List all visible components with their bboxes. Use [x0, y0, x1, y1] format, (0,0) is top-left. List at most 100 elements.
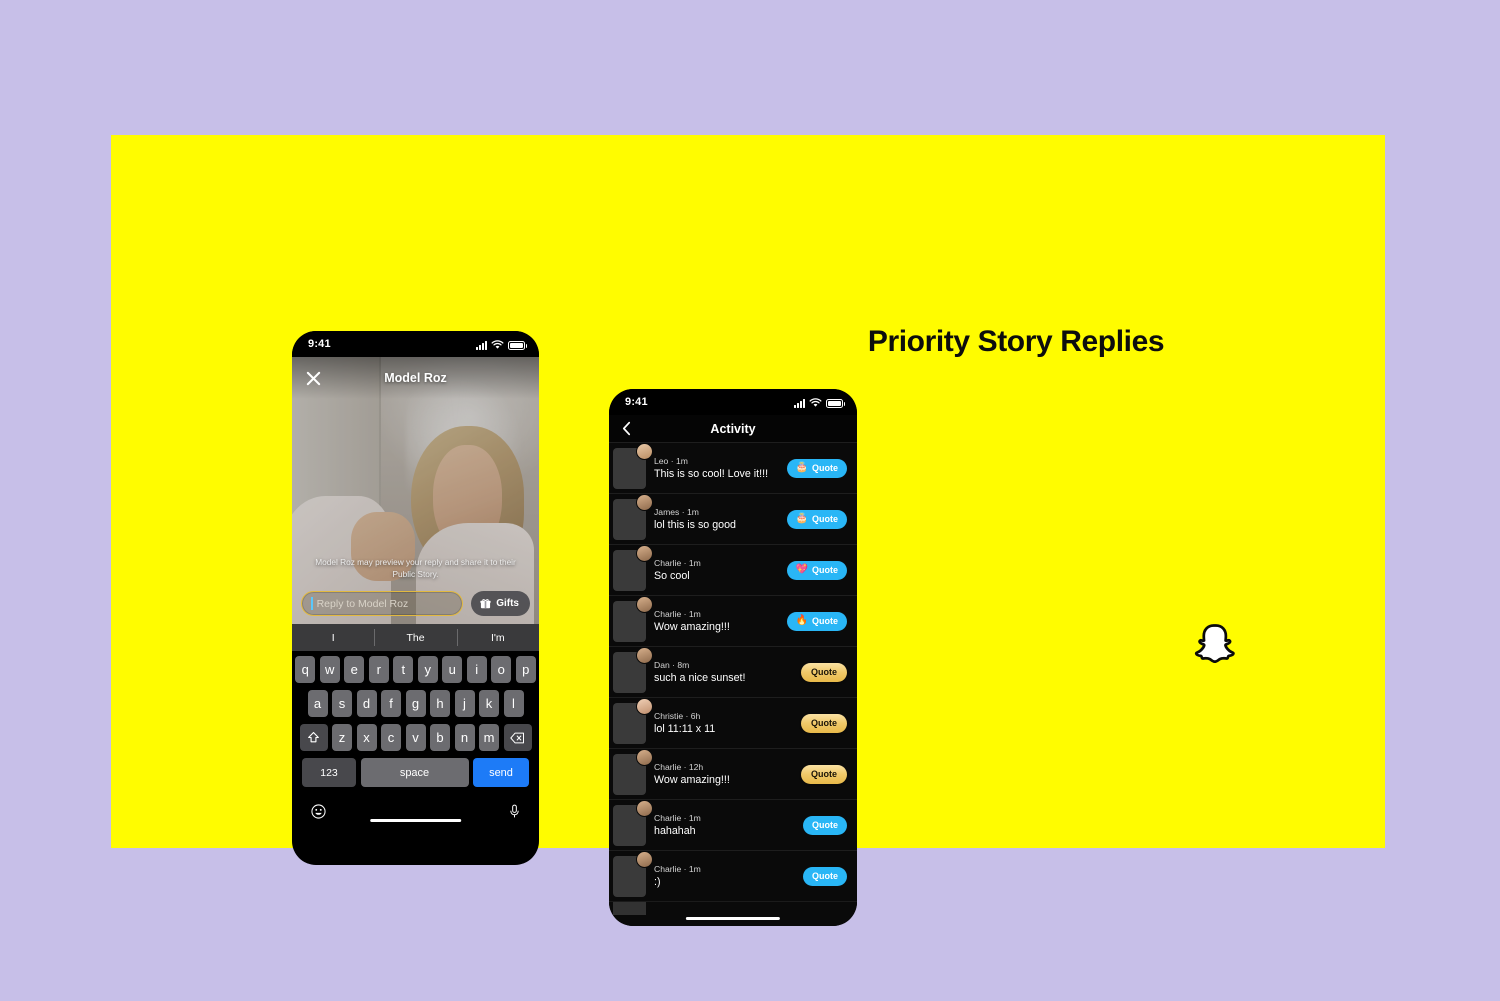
quote-button[interactable]: Quote — [801, 662, 847, 682]
key-z[interactable]: z — [332, 724, 352, 751]
key-b[interactable]: b — [430, 724, 450, 751]
quote-button[interactable]: Quote — [801, 764, 847, 784]
story-thumbnail[interactable] — [613, 442, 653, 489]
key-f[interactable]: f — [381, 690, 401, 717]
story-title: Model Roz — [384, 371, 447, 385]
quote-button-label: Quote — [811, 718, 837, 728]
key-u[interactable]: u — [442, 656, 463, 683]
cake-emoji: 🎂 — [795, 513, 808, 524]
gifts-button[interactable]: Gifts — [471, 591, 530, 616]
activity-row[interactable]: Charlie · 1m hahahah Quote — [609, 799, 857, 850]
activity-row-text: Charlie · 1m Wow amazing!!! — [654, 609, 779, 633]
key-h[interactable]: h — [430, 690, 450, 717]
key-q[interactable]: q — [295, 656, 316, 683]
reply-input-placeholder: Reply to Model Roz — [316, 597, 409, 610]
avatar — [636, 646, 653, 664]
activity-row[interactable]: Leo · 1m This is so cool! Love it!!! 🎂 Quot… — [609, 442, 857, 493]
activity-row[interactable]: Charlie · 1m So cool 💖 Quote — [609, 544, 857, 595]
quote-button[interactable]: 💖 Quote — [786, 560, 847, 580]
reply-input[interactable]: Reply to Model Roz — [301, 591, 464, 616]
activity-row[interactable]: Dan · 8m such a nice sunset! Quote — [609, 646, 857, 697]
activity-row[interactable]: James · 1m lol this is so good 🎂 Quote — [609, 493, 857, 544]
key-d[interactable]: d — [356, 690, 377, 717]
key-t[interactable]: t — [393, 656, 414, 683]
on-screen-keyboard: q w e r t y u i o p a s d f g h j k l z … — [292, 651, 539, 828]
key-k[interactable]: k — [479, 690, 499, 717]
story-thumbnail[interactable] — [613, 646, 653, 693]
activity-row-text: Leo · 1m This is so cool! Love it!!! — [654, 456, 779, 480]
story-thumbnail[interactable] — [613, 493, 653, 540]
avatar — [636, 493, 653, 511]
key-g[interactable]: g — [405, 690, 426, 717]
quote-button[interactable]: Quote — [803, 866, 847, 886]
key-r[interactable]: r — [368, 656, 389, 683]
quote-button-label: Quote — [812, 871, 838, 881]
key-v[interactable]: v — [405, 724, 426, 751]
microphone-icon[interactable] — [509, 804, 520, 819]
key-p[interactable]: p — [515, 656, 536, 683]
story-thumbnail[interactable] — [613, 544, 653, 591]
key-a[interactable]: a — [307, 690, 328, 717]
story-thumbnail[interactable] — [613, 748, 653, 795]
activity-row[interactable]: Charlie · 1m Wow amazing!!! 🔥 Quote — [609, 595, 857, 646]
activity-row-meta: Dan · 8m — [654, 660, 690, 670]
key-w[interactable]: w — [319, 656, 340, 683]
page-title: Activity — [710, 421, 756, 436]
space-key[interactable]: space — [360, 758, 469, 787]
avatar — [636, 850, 653, 868]
activity-row[interactable]: Charlie · 1m:) Quote — [609, 850, 857, 901]
quote-button[interactable]: 🔥 Quote — [786, 611, 847, 631]
backspace-key[interactable] — [503, 724, 532, 751]
key-x[interactable]: x — [356, 724, 377, 751]
story-thumbnail[interactable] — [613, 799, 653, 846]
key-n[interactable]: n — [454, 724, 475, 751]
keyboard-row-1: q w e r t y u i o p — [295, 656, 536, 683]
emoji-icon[interactable] — [311, 803, 326, 819]
quote-button[interactable]: Quote — [803, 815, 847, 835]
predictive-suggestion-3[interactable]: I'm — [456, 624, 539, 651]
story-thumbnail[interactable] — [613, 850, 653, 897]
cake-emoji: 🎂 — [795, 462, 808, 473]
activity-row[interactable]: Charlie · 12h Wow amazing!!! Quote — [609, 748, 857, 799]
send-key[interactable]: send — [473, 758, 529, 787]
quote-button-label: Quote — [812, 565, 838, 575]
predictive-suggestion-2[interactable]: The — [374, 624, 456, 651]
numbers-key[interactable]: 123 — [302, 758, 356, 787]
key-y[interactable]: y — [417, 656, 438, 683]
close-icon[interactable] — [306, 371, 321, 386]
activity-row[interactable]: Christie · 6h lol 11:11 x 11 Quote — [609, 697, 857, 748]
activity-list[interactable]: Leo · 1m This is so cool! Love it!!! 🎂 Quot… — [609, 442, 857, 926]
key-m[interactable]: m — [479, 724, 499, 751]
key-o[interactable]: o — [491, 656, 512, 683]
avatar — [636, 799, 653, 817]
key-j[interactable]: j — [454, 690, 475, 717]
activity-row-text: Dan · 8m such a nice sunset! — [654, 660, 793, 684]
avatar — [636, 697, 653, 715]
fire-emoji: 🔥 — [795, 615, 808, 626]
key-e[interactable]: e — [344, 656, 365, 683]
key-c[interactable]: c — [381, 724, 401, 751]
story-thumbnail[interactable] — [613, 595, 653, 642]
activity-row-meta: Leo · 1m — [654, 456, 688, 466]
story-viewer[interactable]: Model Roz Model Roz may preview your rep… — [292, 357, 539, 624]
key-l[interactable]: l — [503, 690, 524, 717]
activity-row-partial[interactable] — [609, 901, 857, 915]
back-chevron-icon[interactable] — [622, 421, 631, 436]
quote-button[interactable]: 🎂 Quote — [786, 458, 847, 478]
keyboard-row-2: a s d f g h j k l — [295, 690, 536, 717]
story-thumbnail[interactable] — [613, 902, 646, 915]
battery-full-icon — [508, 340, 527, 350]
quote-button[interactable]: 🎂 Quote — [786, 509, 847, 529]
predictive-suggestion-1[interactable]: I — [292, 624, 374, 651]
key-s[interactable]: s — [332, 690, 352, 717]
story-thumbnail[interactable] — [613, 697, 653, 744]
slide-canvas: 9:41 Model Roz Model Roz may preview you… — [0, 0, 1500, 1001]
wifi-icon — [809, 397, 822, 407]
activity-row-meta: Christie · 6h — [654, 711, 701, 721]
key-i[interactable]: i — [466, 656, 487, 683]
quote-button[interactable]: Quote — [801, 713, 847, 733]
keyboard-bottom-bar — [295, 794, 536, 828]
shift-key[interactable] — [299, 724, 328, 751]
quote-button-label: Quote — [811, 667, 837, 677]
wifi-icon — [491, 339, 504, 349]
